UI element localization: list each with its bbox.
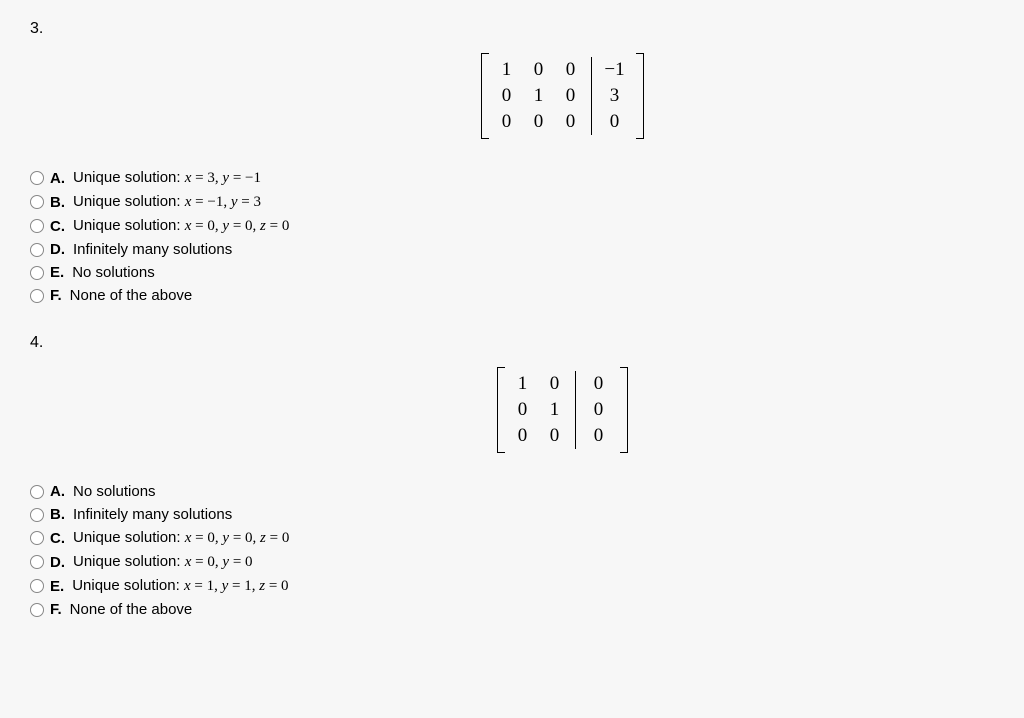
option-c[interactable]: C. Unique solution: x = 0, y = 0, z = 0 xyxy=(30,217,994,235)
matrix-cell: 1 xyxy=(491,59,523,81)
radio-button[interactable] xyxy=(30,171,44,185)
option-label: E. xyxy=(50,264,64,281)
option-label: B. xyxy=(50,506,65,523)
option-text: Infinitely many solutions xyxy=(73,241,232,258)
matrix-cell: 0 xyxy=(507,425,539,447)
option-label: C. xyxy=(50,530,65,547)
option-e[interactable]: E. No solutions xyxy=(30,264,994,281)
option-label: D. xyxy=(50,241,65,258)
radio-button[interactable] xyxy=(30,531,44,545)
matrix-cell: 0 xyxy=(491,111,523,133)
matrix-cell: 0 xyxy=(580,425,618,447)
matrix-cell: 0 xyxy=(507,399,539,421)
options-list: A. Unique solution: x = 3, y = −1 B. Unique… xyxy=(30,169,994,304)
matrix-cell: 0 xyxy=(555,111,587,133)
augmented-matrix: 100010000 xyxy=(30,367,994,453)
radio-button[interactable] xyxy=(30,289,44,303)
option-a[interactable]: A. Unique solution: x = 3, y = −1 xyxy=(30,169,994,187)
radio-button[interactable] xyxy=(30,195,44,209)
option-text: Unique solution: x = 1, y = 1, z = 0 xyxy=(72,577,288,595)
matrix-cell: 0 xyxy=(555,59,587,81)
question-number: 4. xyxy=(30,334,994,352)
option-a[interactable]: A. No solutions xyxy=(30,483,994,500)
matrix-cell: −1 xyxy=(596,59,634,81)
matrix-cell: 0 xyxy=(596,111,634,133)
matrix-cell: 1 xyxy=(507,373,539,395)
radio-button[interactable] xyxy=(30,603,44,617)
option-e[interactable]: E. Unique solution: x = 1, y = 1, z = 0 xyxy=(30,577,994,595)
option-f[interactable]: F. None of the above xyxy=(30,601,994,618)
option-text: Unique solution: x = 0, y = 0, z = 0 xyxy=(73,217,289,235)
option-label: C. xyxy=(50,218,65,235)
option-text: Unique solution: x = 0, y = 0, z = 0 xyxy=(73,529,289,547)
option-text: Unique solution: x = 3, y = −1 xyxy=(73,169,261,187)
option-label: A. xyxy=(50,483,65,500)
matrix-cell: 0 xyxy=(539,373,571,395)
option-f[interactable]: F. None of the above xyxy=(30,287,994,304)
matrix-cell: 3 xyxy=(596,85,634,107)
radio-button[interactable] xyxy=(30,485,44,499)
option-text: None of the above xyxy=(70,287,193,304)
option-c[interactable]: C. Unique solution: x = 0, y = 0, z = 0 xyxy=(30,529,994,547)
option-label: E. xyxy=(50,578,64,595)
matrix-cell: 0 xyxy=(555,85,587,107)
matrix-cell: 0 xyxy=(580,373,618,395)
option-text: Unique solution: x = −1, y = 3 xyxy=(73,193,261,211)
augmented-matrix: 100−101030000 xyxy=(30,53,994,139)
option-text: Infinitely many solutions xyxy=(73,506,232,523)
matrix-cell: 0 xyxy=(523,59,555,81)
matrix-cell: 0 xyxy=(580,399,618,421)
question-3: 3.100−101030000A.Unique solution: x = 3,… xyxy=(30,20,994,304)
option-text: None of the above xyxy=(70,601,193,618)
radio-button[interactable] xyxy=(30,555,44,569)
option-d[interactable]: D. Unique solution: x = 0, y = 0 xyxy=(30,553,994,571)
option-b[interactable]: B. Unique solution: x = −1, y = 3 xyxy=(30,193,994,211)
option-label: F. xyxy=(50,287,62,304)
radio-button[interactable] xyxy=(30,579,44,593)
options-list: A. No solutions B. Infinitely many solution… xyxy=(30,483,994,618)
option-label: B. xyxy=(50,194,65,211)
question-4: 4.100010000A.No solutionsB.Infinitely ma… xyxy=(30,334,994,618)
matrix-cell: 0 xyxy=(491,85,523,107)
matrix-cell: 0 xyxy=(523,111,555,133)
option-label: D. xyxy=(50,554,65,571)
option-label: A. xyxy=(50,170,65,187)
matrix-cell: 1 xyxy=(523,85,555,107)
option-text: Unique solution: x = 0, y = 0 xyxy=(73,553,253,571)
radio-button[interactable] xyxy=(30,508,44,522)
option-text: No solutions xyxy=(73,483,156,500)
radio-button[interactable] xyxy=(30,219,44,233)
matrix-cell: 1 xyxy=(539,399,571,421)
matrix-cell: 0 xyxy=(539,425,571,447)
question-number: 3. xyxy=(30,20,994,38)
radio-button[interactable] xyxy=(30,243,44,257)
radio-button[interactable] xyxy=(30,266,44,280)
option-text: No solutions xyxy=(72,264,155,281)
option-label: F. xyxy=(50,601,62,618)
option-b[interactable]: B. Infinitely many solutions xyxy=(30,506,994,523)
option-d[interactable]: D. Infinitely many solutions xyxy=(30,241,994,258)
